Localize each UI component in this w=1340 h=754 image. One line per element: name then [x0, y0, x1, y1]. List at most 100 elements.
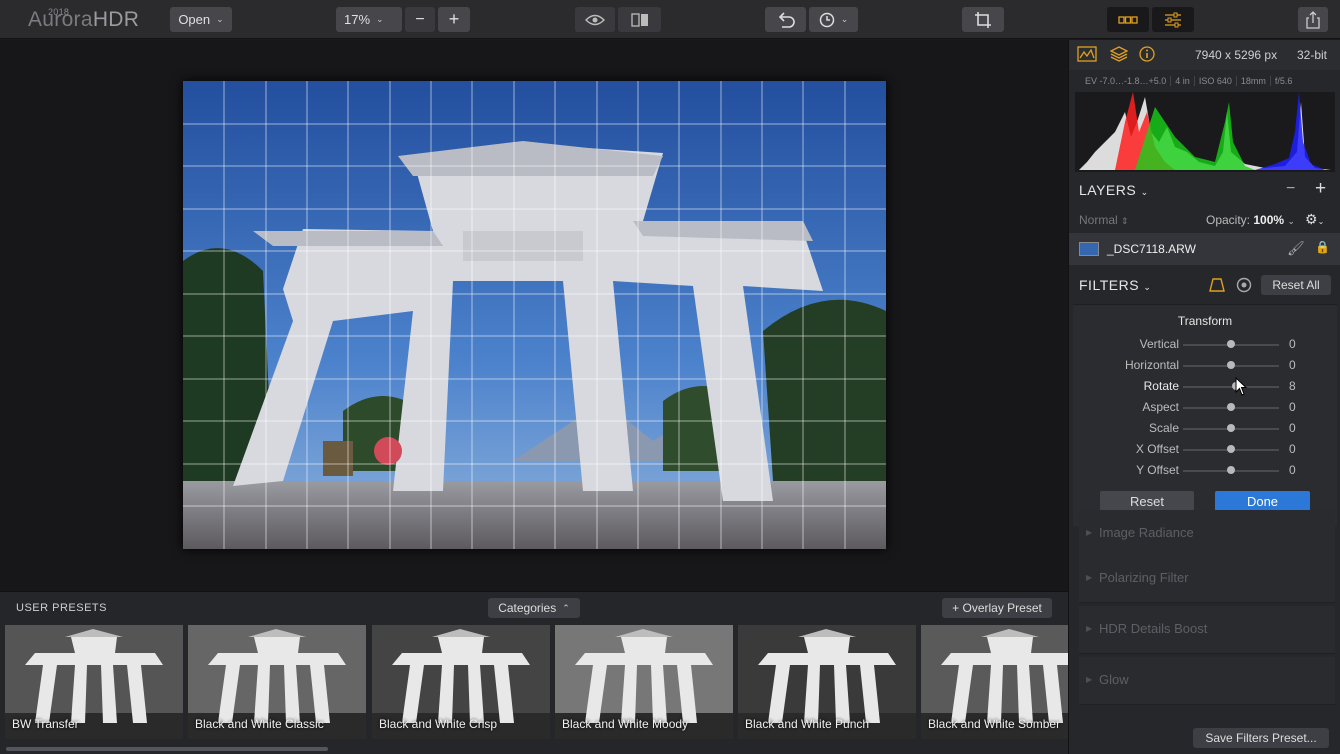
slider-row: Scale 0 — [1073, 418, 1337, 438]
opacity-control[interactable]: Opacity: 100% ⌄ — [1206, 213, 1295, 227]
histogram-icon[interactable] — [1077, 46, 1097, 64]
transform-title: Transform — [1177, 314, 1233, 328]
filters-title[interactable]: FILTERS ⌄ — [1079, 277, 1151, 293]
slider-knob[interactable] — [1227, 340, 1235, 348]
slider-row: Y Offset 0 — [1073, 460, 1337, 480]
chevron-down-icon: ⌄ — [840, 14, 849, 24]
slider-label: Scale — [1148, 421, 1179, 435]
layers-icon[interactable] — [1109, 46, 1129, 64]
history-icon — [819, 12, 834, 27]
filter-polarizing[interactable]: ▶ Polarizing Filter — [1079, 555, 1335, 603]
transform-reset-button[interactable]: Reset — [1100, 491, 1194, 511]
overlay-preset-button[interactable]: + Overlay Preset — [942, 598, 1052, 618]
zoom-select[interactable]: 17% ⌄ — [336, 7, 402, 32]
blend-mode-select[interactable]: Normal ⇕ — [1079, 213, 1129, 227]
history-button[interactable]: ⌄ — [809, 7, 858, 32]
preset-label: BW Transfer — [12, 717, 79, 731]
preset-thumbnail[interactable]: Black and White Somber — [921, 625, 1068, 739]
compare-button[interactable] — [618, 7, 661, 32]
preset-label: Black and White Punch — [745, 717, 870, 731]
reset-all-button[interactable]: Reset All — [1261, 275, 1331, 295]
slider-value: 0 — [1289, 442, 1296, 456]
image-dimensions: 7940 x 5296 px — [1195, 48, 1278, 62]
filter-hdr-details-boost[interactable]: ▶ HDR Details Boost — [1079, 606, 1335, 654]
zoom-out-button[interactable]: − — [405, 7, 435, 32]
preset-thumbnail[interactable]: Black and White Punch — [738, 625, 916, 739]
undo-button[interactable] — [765, 7, 806, 32]
chevron-down-icon: ⌄ — [376, 14, 384, 24]
compare-icon — [630, 12, 648, 27]
layer-name: _DSC7118.ARW — [1107, 242, 1196, 256]
add-layer-button[interactable]: + — [1315, 178, 1326, 200]
slider-knob[interactable] — [1227, 403, 1235, 411]
preset-thumbnail[interactable]: Black and White Classic — [188, 625, 366, 739]
presets-title: USER PRESETS — [16, 602, 107, 614]
histogram — [1075, 92, 1335, 172]
presets-scrollbar[interactable] — [6, 747, 328, 751]
aperture-icon[interactable] — [1236, 277, 1252, 298]
exif-shutter: 4 in — [1171, 76, 1195, 86]
filter-glow[interactable]: ▶ Glow — [1079, 657, 1335, 705]
layers-section: LAYERS ⌄ − + Normal ⇕ Opacity: 100% ⌄ ⚙⌄ — [1069, 178, 1340, 230]
slider-knob[interactable] — [1227, 445, 1235, 453]
zoom-value: 17% — [344, 12, 371, 27]
slider-label: Aspect — [1142, 400, 1179, 414]
slider-knob[interactable] — [1227, 466, 1235, 474]
app-logo: 2018 AuroraHDR — [28, 7, 140, 31]
preset-label: Black and White Crisp — [379, 717, 498, 731]
save-filters-preset-button[interactable]: Save Filters Preset... — [1193, 728, 1329, 748]
slider-row: X Offset 0 — [1073, 439, 1337, 459]
preview-toggle-button[interactable] — [575, 7, 615, 32]
exif-focal: 18mm — [1237, 76, 1271, 86]
remove-layer-button[interactable]: − — [1286, 180, 1295, 198]
layers-title[interactable]: LAYERS ⌄ — [1079, 182, 1149, 198]
slider-row: Rotate 8 — [1073, 376, 1337, 396]
photo-preview[interactable] — [183, 81, 886, 549]
chevron-up-icon: ⌃ — [562, 602, 570, 613]
layer-row[interactable]: _DSC7118.ARW 🖌 🔒 — [1069, 233, 1340, 265]
slider-knob[interactable] — [1227, 424, 1235, 432]
sliders-icon — [1165, 12, 1181, 27]
exif-iso: ISO 640 — [1195, 76, 1237, 86]
slider-value: 0 — [1289, 463, 1296, 477]
preset-label: Black and White Moody — [562, 717, 689, 731]
info-icon[interactable] — [1137, 46, 1157, 64]
preset-label: Black and White Classic — [195, 717, 324, 731]
save-bar: Save Filters Preset... — [1069, 725, 1340, 754]
brush-icon[interactable]: 🖌 — [1287, 240, 1305, 257]
right-panel: 7940 x 5296 px 32-bit EV -7.0…-1.8…+5.0 … — [1068, 40, 1340, 754]
filters-view-button[interactable] — [1152, 7, 1194, 32]
preset-thumbnail[interactable]: Black and White Crisp — [372, 625, 550, 739]
crop-button[interactable] — [962, 7, 1004, 32]
share-button[interactable] — [1298, 7, 1328, 32]
slider-label: X Offset — [1135, 442, 1179, 456]
presets-view-button[interactable] — [1107, 7, 1149, 32]
slider-row: Aspect 0 — [1073, 397, 1337, 417]
open-button[interactable]: Open ⌄ — [170, 7, 232, 32]
slider-track[interactable] — [1183, 386, 1279, 388]
preset-thumbnail[interactable]: Black and White Moody — [555, 625, 733, 739]
perspective-icon[interactable] — [1209, 277, 1225, 298]
preset-label: Black and White Somber — [928, 717, 1061, 731]
zoom-in-button[interactable]: + — [438, 7, 470, 32]
lock-icon[interactable]: 🔒 — [1315, 240, 1330, 254]
filter-image-radiance[interactable]: ▶ Image Radiance — [1079, 510, 1335, 558]
undo-icon — [778, 11, 795, 28]
slider-value: 0 — [1289, 337, 1296, 351]
filters-header: FILTERS ⌄ Reset All — [1069, 270, 1340, 300]
preset-thumbnail[interactable]: BW Transfer — [5, 625, 183, 739]
exif-bar: EV -7.0…-1.8…+5.0 4 in ISO 640 18mm f/5.… — [1069, 70, 1340, 92]
categories-button[interactable]: Categories ⌃ — [488, 598, 580, 618]
gear-icon[interactable]: ⚙⌄ — [1305, 211, 1324, 228]
presets-strip: USER PRESETS Categories ⌃ + Overlay Prese… — [0, 591, 1068, 754]
crop-icon — [975, 11, 991, 28]
share-icon — [1306, 10, 1320, 29]
rotate-grid-overlay — [183, 81, 886, 549]
presets-view-icon — [1118, 15, 1138, 24]
panel-info-bar: 7940 x 5296 px 32-bit — [1069, 40, 1340, 70]
transform-done-button[interactable]: Done — [1215, 491, 1310, 511]
slider-knob[interactable] — [1227, 361, 1235, 369]
open-button-label: Open — [178, 12, 211, 27]
layer-thumbnail — [1079, 242, 1099, 256]
slider-value: 0 — [1289, 421, 1296, 435]
